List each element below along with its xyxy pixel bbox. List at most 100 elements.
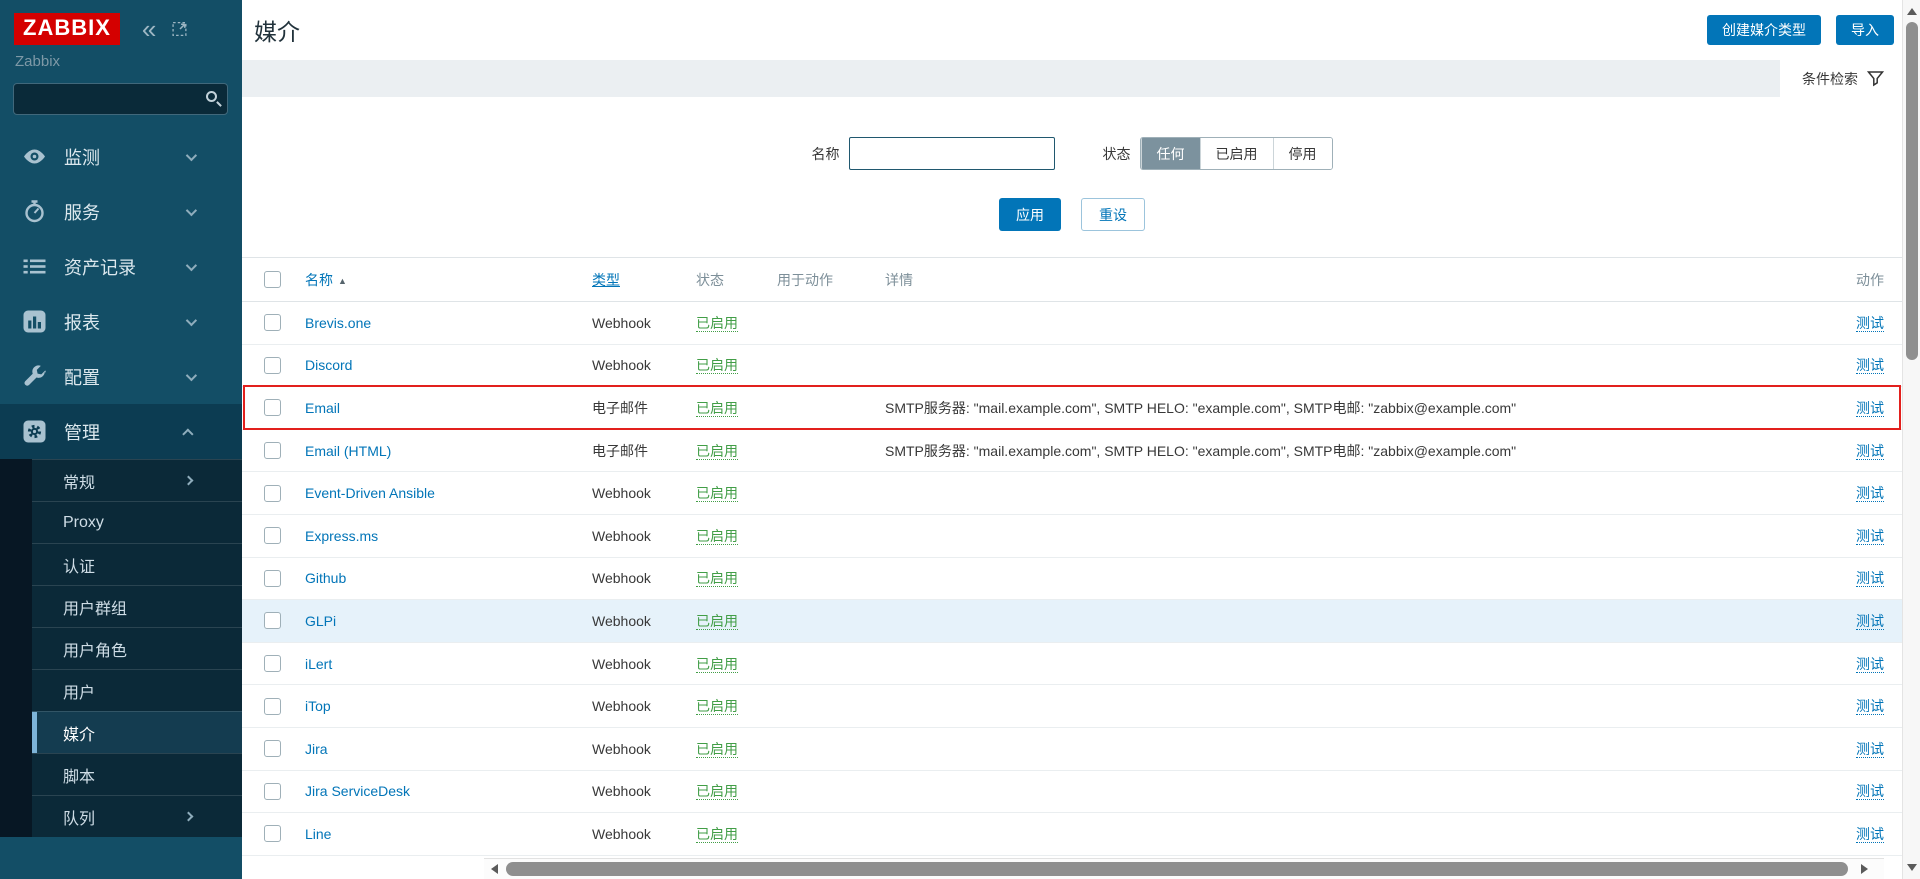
status-option[interactable]: 停用 bbox=[1273, 138, 1332, 169]
media-type-status[interactable]: 已启用 bbox=[696, 315, 738, 332]
media-type-status[interactable]: 已启用 bbox=[696, 741, 738, 758]
scroll-down-arrow-icon[interactable] bbox=[1907, 864, 1917, 871]
scroll-left-arrow-icon[interactable] bbox=[491, 864, 498, 874]
media-type-name-link[interactable]: Event-Driven Ansible bbox=[305, 485, 435, 501]
test-link[interactable]: 测试 bbox=[1856, 656, 1884, 673]
media-type-status[interactable]: 已启用 bbox=[696, 698, 738, 715]
row-checkbox[interactable] bbox=[264, 740, 281, 757]
row-checkbox[interactable] bbox=[264, 698, 281, 715]
zabbix-logo[interactable]: ZABBIX bbox=[14, 13, 120, 45]
expand-window-icon[interactable] bbox=[172, 21, 188, 37]
submenu-item[interactable]: Proxy bbox=[32, 501, 242, 543]
reset-button[interactable]: 重设 bbox=[1081, 198, 1145, 231]
menu-item-label: 配置 bbox=[64, 364, 100, 390]
row-checkbox[interactable] bbox=[264, 783, 281, 800]
media-type-name-link[interactable]: Email bbox=[305, 400, 340, 416]
test-link[interactable]: 测试 bbox=[1856, 826, 1884, 843]
media-type-name-link[interactable]: GLPi bbox=[305, 613, 336, 629]
test-link[interactable]: 测试 bbox=[1856, 443, 1884, 460]
test-link[interactable]: 测试 bbox=[1856, 315, 1884, 332]
select-all-checkbox[interactable] bbox=[264, 271, 281, 288]
media-type-name-link[interactable]: Github bbox=[305, 570, 346, 586]
media-type-type: Webhook bbox=[592, 613, 696, 629]
scroll-right-arrow-icon[interactable] bbox=[1861, 864, 1868, 874]
collapse-sidebar-icon[interactable]: « bbox=[142, 19, 156, 39]
row-checkbox[interactable] bbox=[264, 485, 281, 502]
media-type-name-link[interactable]: Discord bbox=[305, 357, 352, 373]
sidebar-menu-item[interactable]: 管理 bbox=[0, 404, 242, 459]
sidebar-menu-item[interactable]: 监测 bbox=[0, 129, 242, 184]
submenu-item[interactable]: 脚本 bbox=[32, 753, 242, 795]
submenu-item[interactable]: 媒介 bbox=[32, 711, 242, 753]
search-icon[interactable] bbox=[206, 91, 217, 102]
row-checkbox[interactable] bbox=[264, 655, 281, 672]
row-checkbox[interactable] bbox=[264, 399, 281, 416]
sidebar-menu-item[interactable]: 配置 bbox=[0, 349, 242, 404]
status-option[interactable]: 已启用 bbox=[1200, 138, 1273, 169]
media-type-name-link[interactable]: iLert bbox=[305, 656, 332, 672]
sidebar-menu-item[interactable]: 报表 bbox=[0, 294, 242, 349]
search-input[interactable] bbox=[14, 84, 227, 114]
horizontal-scrollbar[interactable] bbox=[484, 858, 1884, 879]
test-link[interactable]: 测试 bbox=[1856, 741, 1884, 758]
scroll-up-arrow-icon[interactable] bbox=[1907, 8, 1917, 15]
submenu-item-label: 认证 bbox=[63, 553, 95, 577]
test-link[interactable]: 测试 bbox=[1856, 485, 1884, 502]
media-type-name-link[interactable]: Express.ms bbox=[305, 528, 378, 544]
import-button[interactable]: 导入 bbox=[1836, 15, 1894, 45]
submenu-item[interactable]: 队列 bbox=[32, 795, 242, 837]
create-media-type-button[interactable]: 创建媒介类型 bbox=[1707, 15, 1821, 45]
horizontal-scrollbar-thumb[interactable] bbox=[506, 862, 1848, 876]
media-type-status[interactable]: 已启用 bbox=[696, 528, 738, 545]
row-checkbox[interactable] bbox=[264, 570, 281, 587]
filter-buttons-row: 应用 重设 bbox=[242, 198, 1902, 231]
column-header-type[interactable]: 类型 bbox=[592, 270, 696, 290]
row-checkbox[interactable] bbox=[264, 314, 281, 331]
media-type-name-link[interactable]: Brevis.one bbox=[305, 315, 371, 331]
table-row: Email (HTML) 电子邮件 已启用 SMTP服务器: "mail.exa… bbox=[242, 430, 1902, 473]
sidebar-menu-item[interactable]: 服务 bbox=[0, 184, 242, 239]
table-row: iTop Webhook 已启用 测试 bbox=[242, 685, 1902, 728]
apply-button[interactable]: 应用 bbox=[999, 198, 1061, 231]
test-link[interactable]: 测试 bbox=[1856, 613, 1884, 630]
row-checkbox[interactable] bbox=[264, 825, 281, 842]
row-checkbox[interactable] bbox=[264, 357, 281, 374]
media-type-status[interactable]: 已启用 bbox=[696, 570, 738, 587]
sidebar-menu-item[interactable]: 资产记录 bbox=[0, 239, 242, 294]
row-checkbox[interactable] bbox=[264, 442, 281, 459]
media-type-status[interactable]: 已启用 bbox=[696, 826, 738, 843]
submenu-item[interactable]: 用户群组 bbox=[32, 585, 242, 627]
test-link[interactable]: 测试 bbox=[1856, 698, 1884, 715]
vertical-scrollbar[interactable] bbox=[1902, 0, 1920, 879]
media-type-status[interactable]: 已启用 bbox=[696, 443, 738, 460]
test-link[interactable]: 测试 bbox=[1856, 528, 1884, 545]
media-type-status[interactable]: 已启用 bbox=[696, 613, 738, 630]
test-link[interactable]: 测试 bbox=[1856, 783, 1884, 800]
filter-tab[interactable]: 条件检索 bbox=[1780, 60, 1902, 97]
row-checkbox[interactable] bbox=[264, 527, 281, 544]
media-type-status[interactable]: 已启用 bbox=[696, 485, 738, 502]
media-type-name-link[interactable]: Line bbox=[305, 826, 331, 842]
media-type-status[interactable]: 已启用 bbox=[696, 656, 738, 673]
media-type-status[interactable]: 已启用 bbox=[696, 400, 738, 417]
media-type-status[interactable]: 已启用 bbox=[696, 357, 738, 374]
test-link[interactable]: 测试 bbox=[1856, 400, 1884, 417]
submenu-item[interactable]: 常规 bbox=[32, 459, 242, 501]
submenu-item[interactable]: 认证 bbox=[32, 543, 242, 585]
row-checkbox[interactable] bbox=[264, 612, 281, 629]
test-link[interactable]: 测试 bbox=[1856, 357, 1884, 374]
submenu-item[interactable]: 用户 bbox=[32, 669, 242, 711]
status-option[interactable]: 任何 bbox=[1141, 138, 1200, 169]
submenu-item-label: Proxy bbox=[63, 514, 104, 532]
test-link[interactable]: 测试 bbox=[1856, 570, 1884, 587]
media-type-name-link[interactable]: Jira ServiceDesk bbox=[305, 783, 410, 799]
status-field-label: 状态 bbox=[1103, 144, 1131, 164]
media-type-name-link[interactable]: Email (HTML) bbox=[305, 443, 391, 459]
vertical-scrollbar-thumb[interactable] bbox=[1906, 22, 1918, 360]
column-header-name[interactable]: 名称▲ bbox=[305, 270, 592, 290]
submenu-item[interactable]: 用户角色 bbox=[32, 627, 242, 669]
media-type-status[interactable]: 已启用 bbox=[696, 783, 738, 800]
media-type-name-link[interactable]: Jira bbox=[305, 741, 328, 757]
name-filter-input[interactable] bbox=[849, 137, 1055, 170]
media-type-name-link[interactable]: iTop bbox=[305, 698, 331, 714]
